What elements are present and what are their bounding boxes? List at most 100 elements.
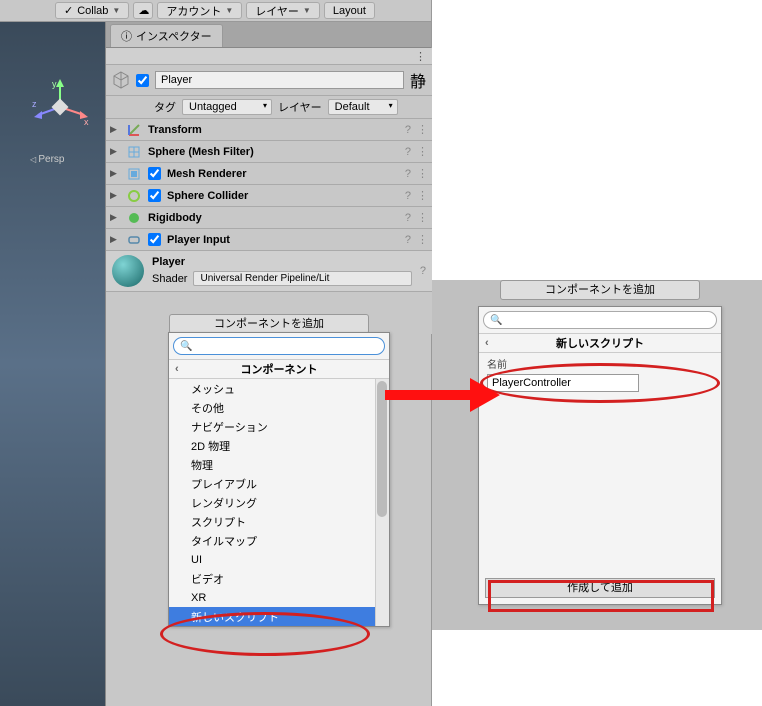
material-name: Player	[152, 256, 412, 268]
dropdown-item[interactable]: XR›	[169, 588, 389, 607]
orientation-gizmo-icon[interactable]: y x z	[30, 77, 90, 137]
svg-text:z: z	[32, 99, 37, 109]
foldout-icon[interactable]: ▶	[110, 234, 120, 245]
menu-icon[interactable]: ⋮	[417, 233, 428, 246]
component-rigidbody[interactable]: ▶ Rigidbody ? ⋮	[106, 207, 432, 229]
component-search-input[interactable]	[192, 340, 378, 352]
add-component-button[interactable]: コンポーネントを追加	[169, 314, 369, 334]
menu-icon[interactable]: ⋮	[417, 145, 428, 158]
collab-button[interactable]: ✓Collab▼	[55, 2, 129, 19]
help-icon[interactable]: ?	[405, 190, 411, 202]
renderer-icon	[126, 166, 142, 182]
account-button[interactable]: アカウント▼	[157, 2, 242, 19]
scrollbar[interactable]	[375, 379, 389, 626]
material-preview-icon	[112, 255, 144, 287]
help-icon[interactable]: ?	[405, 168, 411, 180]
cloud-button[interactable]: ☁	[133, 2, 153, 19]
dropdown-item[interactable]: タイルマップ›	[169, 531, 389, 550]
menu-icon[interactable]: ⋮	[417, 123, 428, 136]
component-transform[interactable]: ▶ Transform ? ⋮	[106, 119, 432, 141]
rigidbody-icon	[126, 210, 142, 226]
component-search-input-right[interactable]	[502, 314, 710, 326]
svg-text:y: y	[52, 79, 57, 89]
create-and-add-button[interactable]: 作成して追加	[485, 578, 715, 598]
search-icon: 🔍	[180, 341, 192, 352]
cloud-icon: ☁	[138, 4, 149, 17]
dropdown-item[interactable]: 物理›	[169, 455, 389, 474]
chevron-down-icon: ▼	[225, 6, 233, 15]
scrollbar-thumb[interactable]	[377, 381, 387, 517]
layer-dropdown[interactable]: Default	[328, 99, 398, 115]
component-search[interactable]: 🔍	[173, 337, 385, 355]
layers-button[interactable]: レイヤー▼	[246, 2, 320, 19]
inspector-menu-icon[interactable]: ⋮	[415, 50, 426, 63]
mesh-icon	[126, 144, 142, 160]
help-icon[interactable]: ?	[405, 212, 411, 224]
foldout-icon[interactable]: ▶	[110, 190, 120, 201]
help-icon[interactable]: ?	[420, 265, 426, 277]
script-name-label: 名前	[479, 353, 721, 374]
transform-icon	[126, 122, 142, 138]
search-icon: 🔍	[490, 315, 502, 326]
menu-icon[interactable]: ⋮	[417, 189, 428, 202]
dropdown-item[interactable]: プレイアブル›	[169, 474, 389, 493]
static-label[interactable]: 静	[410, 68, 426, 92]
tag-layer-row: タグ Untagged レイヤー Default	[106, 96, 432, 119]
component-spherecollider[interactable]: ▶ Sphere Collider ? ⋮	[106, 185, 432, 207]
dropdown-item-new-script[interactable]: 新しいスクリプト›	[169, 607, 389, 626]
component-enable-checkbox[interactable]	[148, 189, 161, 202]
component-dropdown: 🔍 ‹ コンポーネント メッシュ› その他› ナビゲーション› 2D 物理› 物…	[168, 332, 390, 627]
info-icon: ⓘ	[121, 28, 132, 44]
new-script-panel: 🔍 ‹ 新しいスクリプト 名前 作成して追加	[478, 306, 722, 605]
component-playerinput[interactable]: ▶ Player Input ? ⋮	[106, 229, 432, 251]
gameobject-icon[interactable]	[112, 71, 130, 89]
tag-dropdown[interactable]: Untagged	[182, 99, 272, 115]
dropdown-item[interactable]: スクリプト›	[169, 512, 389, 531]
menu-icon[interactable]: ⋮	[417, 167, 428, 180]
back-icon[interactable]: ‹	[485, 337, 489, 349]
dropdown-item[interactable]: ナビゲーション›	[169, 417, 389, 436]
right-panel: コンポーネントを追加 🔍 ‹ 新しいスクリプト 名前 作成して追加	[460, 280, 740, 605]
foldout-icon[interactable]: ▶	[110, 124, 120, 135]
tag-label: タグ	[154, 99, 176, 115]
foldout-icon[interactable]: ▶	[110, 212, 120, 223]
add-component-button-right[interactable]: コンポーネントを追加	[500, 280, 700, 300]
material-row[interactable]: Player Shader Universal Render Pipeline/…	[106, 251, 432, 292]
script-name-input[interactable]	[487, 374, 639, 392]
help-icon[interactable]: ?	[405, 146, 411, 158]
scene-view[interactable]: y x z Persp	[0, 22, 106, 706]
gameobject-name-input[interactable]	[155, 71, 404, 89]
shader-dropdown[interactable]: Universal Render Pipeline/Lit	[193, 271, 411, 286]
foldout-icon[interactable]: ▶	[110, 168, 120, 179]
component-enable-checkbox[interactable]	[148, 233, 161, 246]
help-icon[interactable]: ?	[405, 124, 411, 136]
check-icon: ✓	[64, 4, 73, 17]
shader-label: Shader	[152, 273, 187, 285]
top-toolbar: ✓Collab▼ ☁ アカウント▼ レイヤー▼ Layout	[0, 0, 431, 22]
dropdown-item[interactable]: 2D 物理›	[169, 436, 389, 455]
gameobject-row: 静	[106, 65, 432, 96]
foldout-icon[interactable]: ▶	[110, 146, 120, 157]
dropdown-header-right: ‹ 新しいスクリプト	[479, 333, 721, 353]
dropdown-list: メッシュ› その他› ナビゲーション› 2D 物理› 物理› プレイアブル› レ…	[169, 379, 389, 626]
menu-icon[interactable]: ⋮	[417, 211, 428, 224]
chevron-down-icon: ▼	[303, 6, 311, 15]
dropdown-item[interactable]: メッシュ›	[169, 379, 389, 398]
layout-button[interactable]: Layout	[324, 2, 375, 19]
component-search-right[interactable]: 🔍	[483, 311, 717, 329]
help-icon[interactable]: ?	[405, 234, 411, 246]
gameobject-active-checkbox[interactable]	[136, 74, 149, 87]
perspective-label[interactable]: Persp	[30, 154, 65, 165]
chevron-down-icon: ▼	[112, 6, 120, 15]
dropdown-item[interactable]: その他›	[169, 398, 389, 417]
dropdown-item[interactable]: レンダリング›	[169, 493, 389, 512]
dropdown-item[interactable]: ビデオ›	[169, 569, 389, 588]
component-enable-checkbox[interactable]	[148, 167, 161, 180]
dropdown-item[interactable]: UI›	[169, 550, 389, 569]
inspector-tab[interactable]: ⓘ インスペクター	[110, 24, 223, 47]
component-meshrenderer[interactable]: ▶ Mesh Renderer ? ⋮	[106, 163, 432, 185]
component-meshfilter[interactable]: ▶ Sphere (Mesh Filter) ? ⋮	[106, 141, 432, 163]
dropdown-header: ‹ コンポーネント	[169, 359, 389, 379]
back-icon[interactable]: ‹	[175, 363, 179, 375]
svg-text:x: x	[84, 117, 89, 127]
